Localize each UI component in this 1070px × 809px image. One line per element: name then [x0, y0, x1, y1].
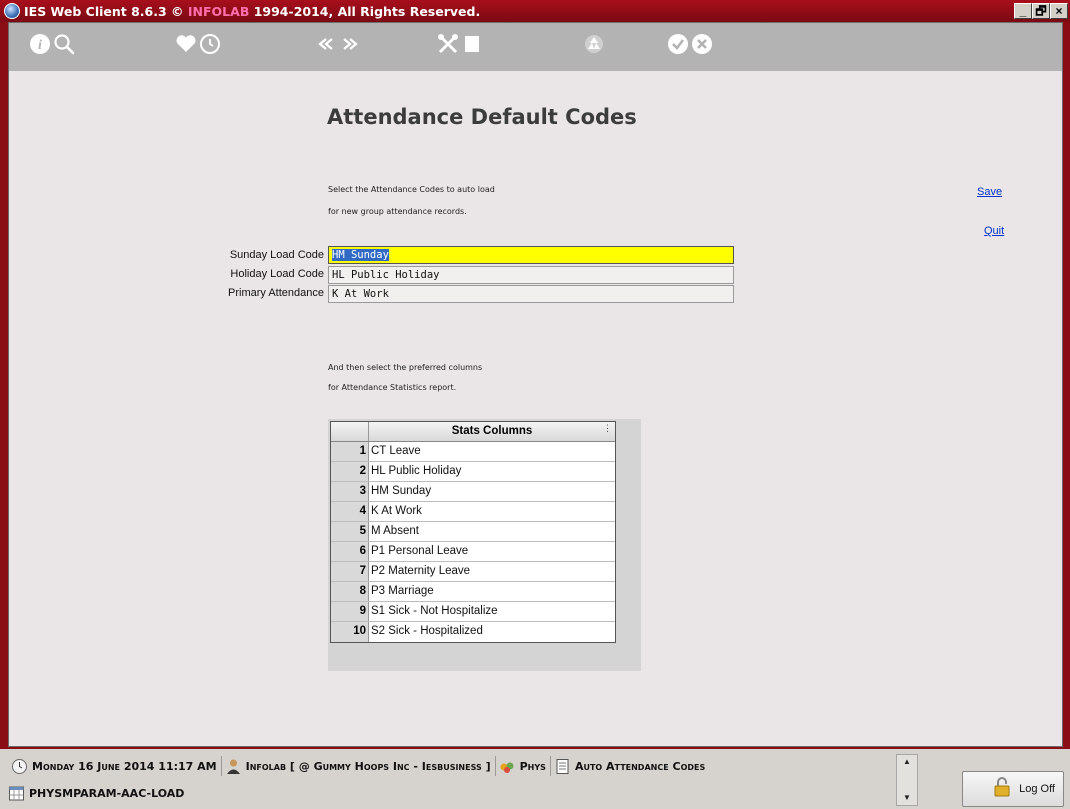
history-icon[interactable]	[199, 33, 221, 55]
table-row[interactable]: 9 S1 Sick - Not Hospitalize	[331, 602, 615, 622]
row-number: 3	[331, 482, 369, 501]
info-icon[interactable]: i	[29, 33, 51, 55]
table-row[interactable]: 8 P3 Marriage	[331, 582, 615, 602]
user-icon	[225, 758, 242, 775]
stats-column-cell[interactable]: P1 Personal Leave	[369, 542, 615, 561]
sunday-load-code-input[interactable]: HM Sunday	[328, 246, 734, 264]
previous-icon[interactable]	[315, 33, 337, 55]
primary-attendance-input[interactable]: K At Work	[328, 285, 734, 303]
status-module: Phys	[496, 756, 551, 776]
stats-column-cell[interactable]: P2 Maternity Leave	[369, 562, 615, 581]
instruction-text: Select the Attendance Codes to auto load	[328, 185, 495, 194]
padlock-icon	[994, 777, 1010, 797]
tools-icon[interactable]	[437, 33, 459, 55]
primary-attendance-label: Primary Attendance	[228, 287, 324, 299]
holiday-load-code-label: Holiday Load Code	[230, 268, 324, 280]
clock-icon	[11, 758, 28, 775]
save-link[interactable]: Save	[977, 186, 1002, 198]
row-number: 5	[331, 522, 369, 541]
app-logo-icon	[4, 3, 20, 19]
status-row: Monday 16 June 2014 11:17 AM Infolab [ @…	[8, 755, 808, 777]
row-number: 10	[331, 622, 369, 642]
table-row[interactable]: 3 HM Sunday	[331, 482, 615, 502]
table-row[interactable]: 10 S2 Sick - Hospitalized	[331, 622, 615, 642]
stats-column-cell[interactable]: P3 Marriage	[369, 582, 615, 601]
minimize-button[interactable]: _	[1014, 3, 1032, 19]
search-icon[interactable]	[53, 33, 75, 55]
table-row[interactable]: 2 HL Public Holiday	[331, 462, 615, 482]
row-number: 8	[331, 582, 369, 601]
restore-button[interactable]: 🗗	[1032, 3, 1050, 19]
row-number: 7	[331, 562, 369, 581]
status-screen: Auto Attendance Codes	[551, 756, 709, 776]
table-row[interactable]: 1 CT Leave	[331, 442, 615, 462]
status-program: PHYSMPARAM-AAC-LOAD	[8, 783, 184, 803]
row-number-header	[331, 422, 369, 441]
close-button[interactable]: ×	[1050, 3, 1068, 19]
stats-column-cell[interactable]: CT Leave	[369, 442, 615, 461]
status-datetime: Monday 16 June 2014 11:17 AM	[8, 756, 222, 776]
toolbar: i	[9, 23, 1062, 71]
calendar-icon	[8, 785, 25, 802]
table-row[interactable]: 6 P1 Personal Leave	[331, 542, 615, 562]
grid-header: Stats Columns ⋮	[331, 422, 615, 442]
table-row[interactable]: 5M Absent	[331, 522, 615, 542]
accept-icon[interactable]	[667, 33, 689, 55]
stats-column-cell[interactable]: M Absent	[369, 522, 615, 541]
stats-column-cell[interactable]: S2 Sick - Hospitalized	[369, 622, 615, 642]
window-controls: _ 🗗 ×	[1014, 3, 1068, 19]
title-bar: IES Web Client 8.6.3 © INFOLAB 1994-2014…	[0, 0, 1070, 22]
instruction-text: And then select the preferred columns	[328, 363, 483, 372]
row-number: 2	[331, 462, 369, 481]
recycle-icon[interactable]	[583, 33, 605, 55]
instruction-text: for new group attendance records.	[328, 207, 467, 216]
row-number: 9	[331, 602, 369, 621]
table-row[interactable]: 4K At Work	[331, 502, 615, 522]
document-icon	[554, 758, 571, 775]
row-number: 6	[331, 542, 369, 561]
row-number: 1	[331, 442, 369, 461]
stats-columns-grid[interactable]: Stats Columns ⋮ 1 CT Leave 2 HL Public Holid…	[330, 421, 616, 643]
heart-icon[interactable]	[175, 33, 197, 55]
next-icon[interactable]	[339, 33, 361, 55]
blank-page-icon[interactable]	[461, 33, 483, 55]
stats-column-cell[interactable]: K At Work	[369, 502, 615, 521]
module-icon	[499, 758, 516, 775]
quit-link[interactable]: Quit	[984, 225, 1004, 237]
status-scrollbar[interactable]: ▲ ▼	[896, 754, 918, 806]
stats-column-cell[interactable]: HL Public Holiday	[369, 462, 615, 481]
status-bar: Monday 16 June 2014 11:17 AM Infolab [ @…	[0, 749, 1070, 809]
stats-columns-header[interactable]: Stats Columns ⋮	[369, 422, 615, 441]
stats-column-cell[interactable]: HM Sunday	[369, 482, 615, 501]
stats-column-cell[interactable]: S1 Sick - Not Hospitalize	[369, 602, 615, 621]
window-title: IES Web Client 8.6.3 © INFOLAB 1994-2014…	[24, 4, 481, 19]
status-user: Infolab [ @ Gummy Hoops Inc - Iesbusines…	[222, 756, 496, 776]
table-row[interactable]: 7 P2 Maternity Leave	[331, 562, 615, 582]
svg-text:i: i	[38, 38, 42, 53]
row-number: 4	[331, 502, 369, 521]
scroll-up-icon[interactable]: ▲	[903, 757, 911, 766]
window-frame: IES Web Client 8.6.3 © INFOLAB 1994-2014…	[0, 0, 1070, 809]
instruction-text: for Attendance Statistics report.	[328, 383, 457, 392]
content-area: i Attendance Default Codes Select the At…	[8, 22, 1063, 747]
holiday-load-code-input[interactable]: HL Public Holiday	[328, 266, 734, 284]
log-off-button[interactable]: Log Off	[962, 771, 1064, 807]
page-title: Attendance Default Codes	[327, 105, 637, 129]
column-menu-icon[interactable]: ⋮	[603, 423, 612, 433]
scroll-down-icon[interactable]: ▼	[903, 793, 911, 802]
sunday-load-code-label: Sunday Load Code	[229, 249, 324, 261]
cancel-icon[interactable]	[691, 33, 713, 55]
stats-grid-panel: Stats Columns ⋮ 1 CT Leave 2 HL Public Holid…	[328, 419, 641, 671]
